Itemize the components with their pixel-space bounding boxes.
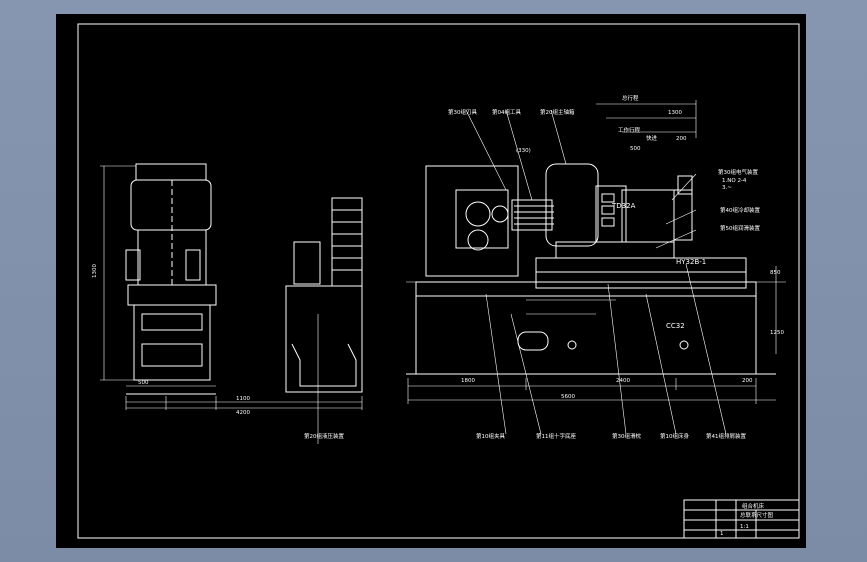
side-view-machine (125, 163, 217, 395)
title-scale: 1:1 (740, 524, 749, 530)
title-name: 组合机床 (742, 502, 765, 510)
slide-unit (555, 241, 675, 259)
gearbox (455, 189, 509, 249)
dim-left-w1: 500 (138, 380, 149, 386)
slide-model-label: HY32B-1 (676, 258, 706, 266)
dim-right-height2: 1250 (770, 330, 784, 336)
right-dimensions (407, 100, 777, 404)
dim-right-total: 5600 (561, 394, 575, 400)
dim-work-travel: 工作行程 (618, 126, 641, 134)
cad-viewport: TD32A HY32B-1 CC32 第20组液压装置 第30组刀具 第04组工… (0, 0, 867, 562)
slide-base (127, 284, 217, 306)
dim-top-b: 500 (630, 146, 641, 152)
dim-right-seg2: 2400 (616, 378, 630, 384)
spindle-callout: 第20组主轴箱 (540, 108, 575, 116)
dim-left-total: 4200 (236, 410, 250, 416)
drawing-border (77, 23, 800, 539)
spindle-head (130, 179, 212, 231)
slide-base-callout: 第30组滑枕 (612, 432, 641, 440)
hydraulic-tank (285, 285, 363, 393)
title-sheet: 1 (720, 531, 724, 537)
fixture-callout: 第10组夹具 (476, 432, 505, 440)
hydraulic-rack (331, 197, 363, 287)
dim-left-w2: 1100 (236, 396, 250, 402)
front-view-machine (406, 163, 786, 375)
bed (415, 295, 757, 375)
motor-top (135, 163, 207, 181)
cooling-callout: 第40组冷却装置 (720, 206, 760, 214)
tool-callout: 第04组工具 (492, 108, 521, 116)
bed-top (415, 281, 757, 297)
dim-total-travel: 总行程 (622, 94, 639, 102)
spindle-box (545, 163, 599, 247)
drawing-sheet: TD32A HY32B-1 CC32 第20组液压装置 第30组刀具 第04组工… (56, 14, 806, 548)
chip-callout: 第41组排屑装置 (706, 432, 746, 440)
hydraulic-station (285, 197, 363, 444)
dim-right-seg1: 1800 (461, 378, 475, 384)
dim-top-a: 1300 (668, 110, 682, 116)
electrical-cabinet (621, 189, 675, 243)
hydraulic-motor (293, 241, 321, 285)
dim-fast-forward: 快进 (646, 134, 658, 142)
dim-stroke: (330) (516, 148, 531, 154)
hydraulic-callout: 第20组液压装置 (304, 432, 344, 440)
dim-right-seg3: 200 (742, 378, 753, 384)
column-model-label: CC32 (666, 322, 685, 330)
spec-line2: 3.~ (722, 185, 732, 191)
cutter-callout: 第30组刀具 (448, 108, 477, 116)
spec-line1: 1.NO 2-4 (722, 178, 747, 184)
dim-left-height: 1300 (92, 264, 98, 278)
slide-table (535, 257, 747, 289)
dim-right-height: 850 (770, 270, 781, 276)
machine-model-label: TD32A (611, 202, 636, 210)
cad-drawing: TD32A HY32B-1 CC32 第20组液压装置 第30组刀具 第04组工… (77, 23, 800, 539)
base-block (133, 304, 211, 381)
bed-callout: 第10组床身 (660, 432, 689, 440)
left-dimensions (100, 165, 363, 410)
dim-top-c: 200 (676, 136, 687, 142)
title-drawing-no: 总联系尺寸图 (740, 511, 774, 519)
center-base-callout: 第11组十字底座 (536, 432, 576, 440)
electrical-callout: 第30组电气装置 (718, 168, 758, 176)
lubrication-callout: 第50组润滑装置 (720, 224, 760, 232)
